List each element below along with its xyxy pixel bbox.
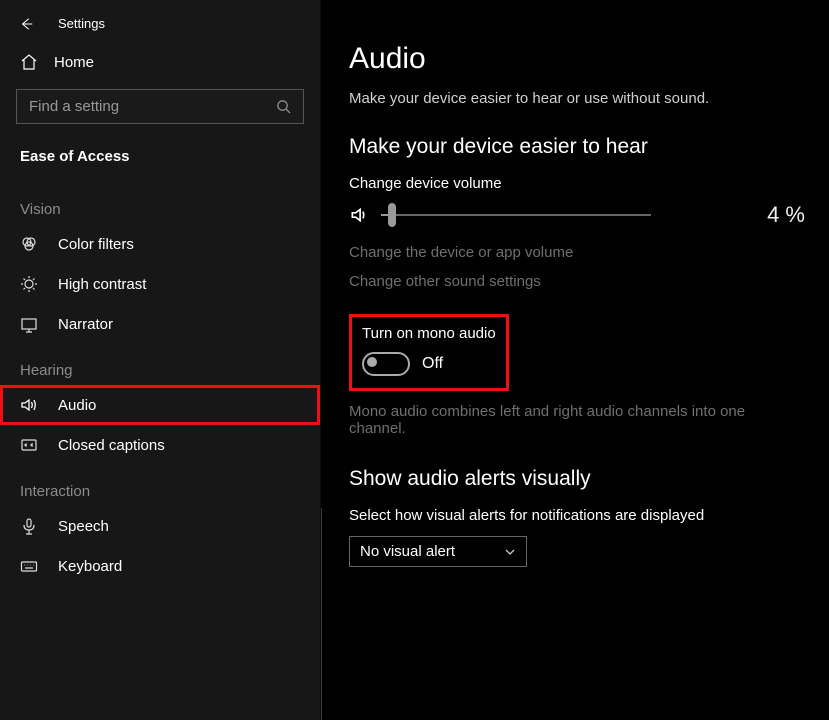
volume-value: 4 % [767,202,805,228]
hear-heading: Make your device easier to hear [349,135,805,159]
narrator-icon [20,315,38,333]
home-label: Home [54,54,94,71]
main-content: Audio Make your device easier to hear or… [320,0,829,720]
section-interaction: Interaction [0,465,320,506]
sidebar-item-keyboard[interactable]: Keyboard [0,546,320,586]
sidebar-item-label: High contrast [58,276,146,293]
sidebar-item-label: Narrator [58,316,113,333]
scroll-indicator[interactable] [321,508,322,720]
page-subtitle: Make your device easier to hear or use w… [349,90,805,107]
volume-slider[interactable] [381,203,651,227]
search-placeholder: Find a setting [29,98,119,115]
sidebar-item-label: Color filters [58,236,134,253]
mono-audio-toggle[interactable] [362,352,410,376]
chevron-down-icon [504,546,516,558]
sidebar-item-label: Closed captions [58,437,165,454]
closed-captions-icon [20,436,38,454]
sidebar-item-high-contrast[interactable]: High contrast [0,264,320,304]
visual-alert-selected: No visual alert [360,543,455,560]
sidebar-item-narrator[interactable]: Narrator [0,304,320,344]
sidebar-item-closed-captions[interactable]: Closed captions [0,425,320,465]
sidebar-item-speech[interactable]: Speech [0,506,320,546]
high-contrast-icon [20,275,38,293]
volume-label: Change device volume [349,175,805,192]
section-vision: Vision [0,183,320,224]
change-volume-link[interactable]: Change the device or app volume [349,244,805,261]
keyboard-icon [20,557,38,575]
change-sound-settings-link[interactable]: Change other sound settings [349,273,805,290]
volume-icon[interactable] [349,205,369,225]
sidebar-item-label: Keyboard [58,558,122,575]
back-button[interactable] [20,17,34,31]
speech-icon [20,517,38,535]
settings-title: Settings [58,16,105,31]
mono-heading: Turn on mono audio [362,325,496,342]
page-title: Audio [349,42,805,76]
category-title: Ease of Access [0,138,320,183]
sidebar-item-label: Audio [58,397,96,414]
home-nav[interactable]: Home [0,41,320,83]
mono-desc: Mono audio combines left and right audio… [349,403,789,437]
sidebar: Settings Home Find a setting Ease of Acc… [0,0,320,720]
visual-sub: Select how visual alerts for notificatio… [349,507,805,524]
visual-alert-dropdown[interactable]: No visual alert [349,536,527,567]
sidebar-item-color-filters[interactable]: Color filters [0,224,320,264]
search-input[interactable]: Find a setting [16,89,304,124]
sidebar-item-label: Speech [58,518,109,535]
mono-audio-state: Off [422,355,443,373]
visual-heading: Show audio alerts visually [349,467,805,491]
section-hearing: Hearing [0,344,320,385]
home-icon [20,53,38,71]
audio-icon [20,396,38,414]
color-filters-icon [20,235,38,253]
sidebar-item-audio[interactable]: Audio [0,385,320,425]
search-icon [276,99,291,114]
mono-audio-highlight: Turn on mono audio Off [349,314,509,391]
